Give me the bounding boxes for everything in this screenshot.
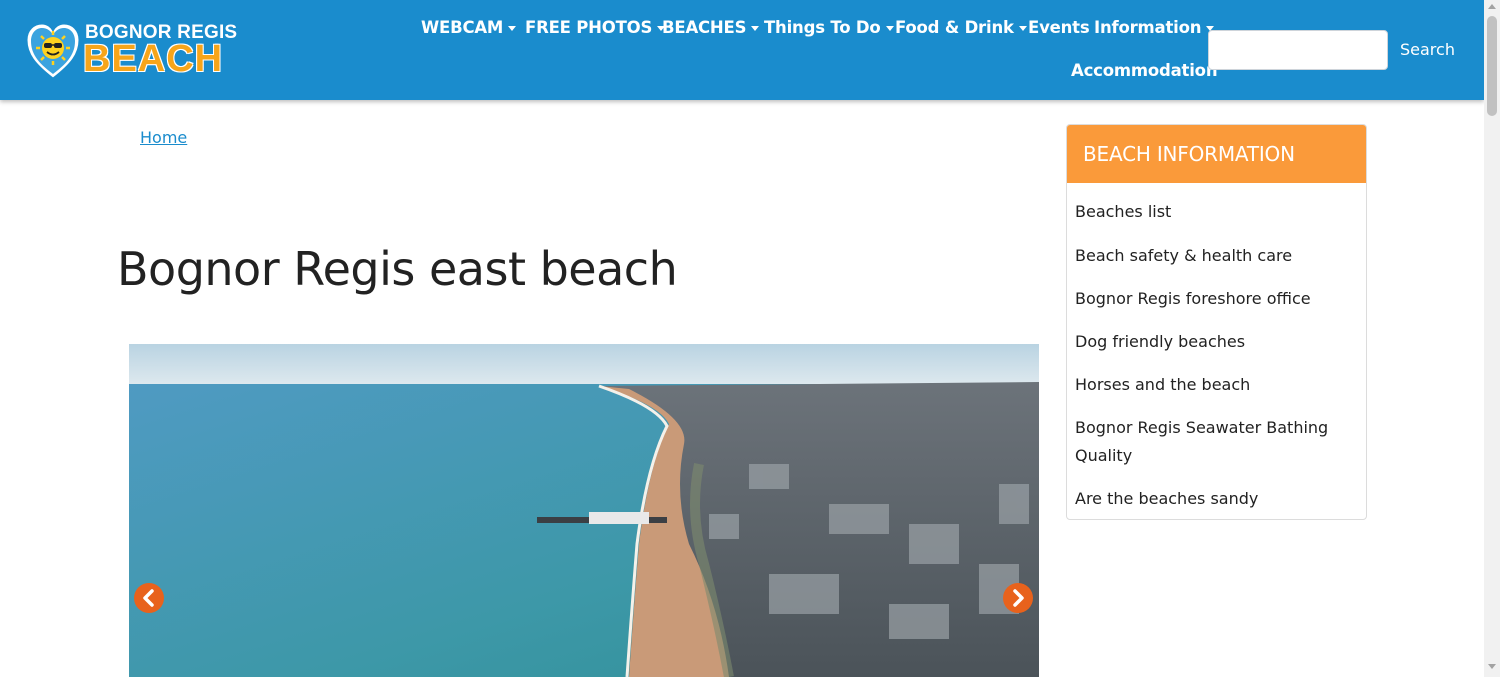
sidebar-link-dog-friendly[interactable]: Dog friendly beaches bbox=[1075, 328, 1355, 356]
carousel-prev-button[interactable] bbox=[134, 583, 164, 613]
scroll-down-icon[interactable] bbox=[1488, 664, 1496, 669]
page-scrollbar[interactable] bbox=[1484, 0, 1500, 677]
page-title: Bognor Regis east beach bbox=[117, 242, 678, 296]
nav-things-to-do-label: Things To Do bbox=[764, 18, 881, 37]
nav-free-photos[interactable]: FREE PHOTOS bbox=[525, 18, 666, 42]
sidebar-link-beaches-sandy[interactable]: Are the beaches sandy bbox=[1075, 485, 1355, 513]
caret-down-icon bbox=[885, 26, 894, 31]
sidebar-link-beach-safety[interactable]: Beach safety & health care bbox=[1075, 242, 1355, 270]
nav-accommodation-label: Accommodation bbox=[1071, 61, 1218, 80]
nav-webcam-label: WEBCAM bbox=[421, 18, 504, 37]
nav-events[interactable]: Events bbox=[1028, 18, 1090, 42]
nav-accommodation[interactable]: Accommodation bbox=[1071, 61, 1218, 85]
carousel-next-button[interactable] bbox=[1003, 583, 1033, 613]
caret-down-icon bbox=[1018, 26, 1027, 31]
sidebar-link-seawater-quality[interactable]: Bognor Regis Seawater Bathing Quality bbox=[1075, 414, 1355, 470]
nav-webcam[interactable]: WEBCAM bbox=[421, 18, 517, 42]
caret-down-icon bbox=[508, 26, 517, 31]
nav-food-drink[interactable]: Food & Drink bbox=[895, 18, 1027, 42]
breadcrumb-home-link[interactable]: Home bbox=[140, 128, 187, 147]
caret-down-icon bbox=[751, 26, 760, 31]
sidebar-link-foreshore-office[interactable]: Bognor Regis foreshore office bbox=[1075, 285, 1355, 313]
nav-events-label: Events bbox=[1028, 18, 1090, 37]
hero-carousel bbox=[129, 344, 1039, 677]
sidebar-link-horses[interactable]: Horses and the beach bbox=[1075, 371, 1355, 399]
chevron-left-icon bbox=[143, 589, 154, 607]
beach-information-panel: BEACH INFORMATION Beaches list Beach saf… bbox=[1066, 124, 1367, 520]
nav-information-label: Information bbox=[1094, 18, 1202, 37]
nav-information[interactable]: Information bbox=[1094, 18, 1215, 42]
search-input[interactable] bbox=[1208, 30, 1388, 70]
aerial-beach-photo bbox=[129, 344, 1039, 677]
nav-beaches[interactable]: BEACHES bbox=[662, 18, 760, 42]
search-button[interactable]: Search bbox=[1400, 40, 1455, 59]
site-logo[interactable]: BOGNOR REGIS BEACH bbox=[25, 22, 240, 80]
nav-free-photos-label: FREE PHOTOS bbox=[525, 18, 653, 37]
nav-things-to-do[interactable]: Things To Do bbox=[764, 18, 894, 42]
nav-food-drink-label: Food & Drink bbox=[895, 18, 1014, 37]
scroll-up-icon[interactable] bbox=[1488, 4, 1496, 9]
logo-beach-text: BEACH bbox=[83, 38, 224, 80]
beach-information-heading: BEACH INFORMATION bbox=[1083, 142, 1295, 166]
beach-information-header: BEACH INFORMATION bbox=[1067, 125, 1366, 183]
scroll-thumb[interactable] bbox=[1487, 16, 1497, 116]
chevron-right-icon bbox=[1013, 589, 1024, 607]
site-header: BOGNOR REGIS BEACH WEBCAM FREE PHOTOS BE… bbox=[0, 0, 1484, 100]
sun-heart-logo-icon bbox=[26, 23, 80, 79]
nav-beaches-label: BEACHES bbox=[662, 18, 747, 37]
sidebar-link-beaches-list[interactable]: Beaches list bbox=[1075, 198, 1355, 226]
